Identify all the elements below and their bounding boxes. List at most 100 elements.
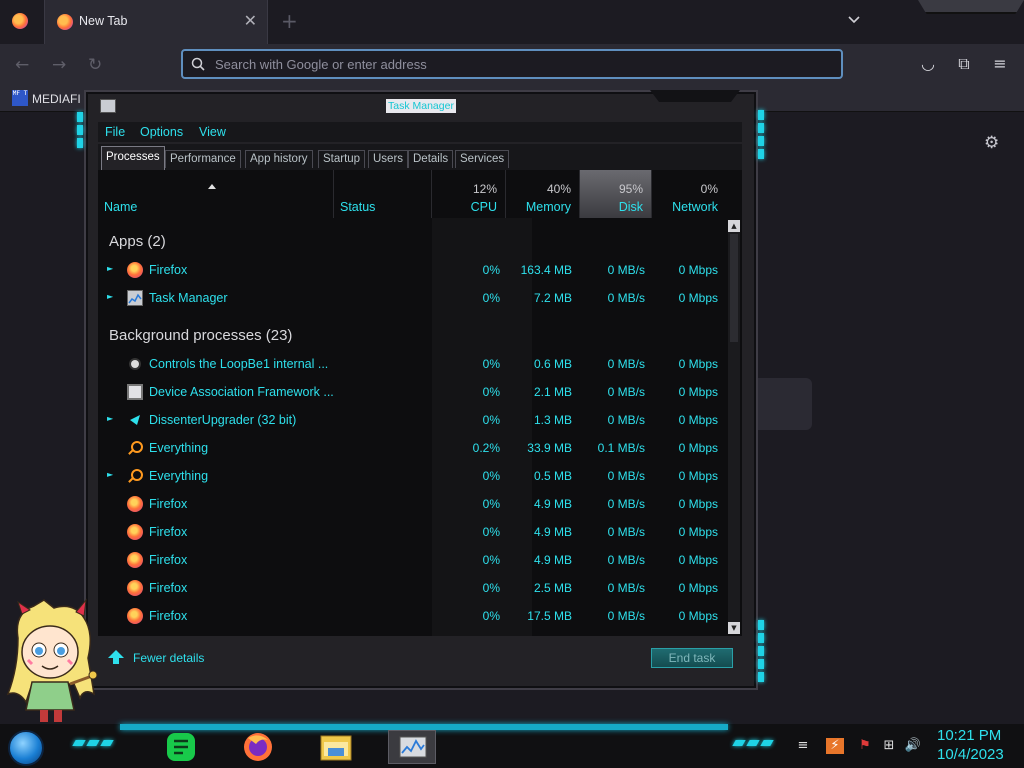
list-all-tabs-icon[interactable] [846,12,862,28]
process-memory: 4.9 MB [533,497,572,511]
menu-file[interactable]: File [105,125,125,139]
scroll-up-icon[interactable]: ▲ [728,220,740,232]
expand-chevron-icon[interactable]: ► [107,265,115,273]
group-title-background: Background processes (23) [109,327,293,344]
process-name: Firefox [149,497,188,511]
scroll-down-icon[interactable]: ▼ [728,622,740,634]
tab-startup[interactable]: Startup [318,150,366,168]
process-network: 0 Mbps [678,385,718,399]
process-name: Firefox [149,581,188,595]
column-label-memory: Memory [525,200,571,214]
tab-services[interactable]: Services [455,150,510,168]
column-header-disk[interactable]: 95% Disk [580,170,652,218]
column-label-cpu: CPU [470,200,497,214]
column-header-name[interactable]: Name [98,170,334,218]
forward-icon[interactable]: → [52,55,66,75]
clock-date[interactable]: 10/4/2023 [937,746,1004,763]
menu-view[interactable]: View [199,125,226,139]
clock-time[interactable]: 10:21 PM [937,727,1001,744]
disk-total: 95% [618,182,643,196]
table-row[interactable]: Everything 0.2% 33.9 MB 0.1 MB/s 0 Mbps [98,434,726,462]
process-name: DissenterUpgrader (32 bit) [149,413,297,427]
tab-details[interactable]: Details [408,150,454,168]
expand-chevron-icon[interactable]: ► [107,471,115,479]
end-task-button[interactable]: End task [651,648,733,668]
process-name: Device Association Framework ... [149,385,334,399]
process-cpu: 0% [482,497,500,511]
table-row[interactable]: ► DissenterUpgrader (32 bit) 0% 1.3 MB 0 MB/… [98,406,726,434]
process-cpu: 0% [482,385,500,399]
scroll-thumb[interactable] [730,234,738,342]
taskbar-notes-app[interactable] [157,730,205,764]
process-disk: 0 MB/s [607,263,645,277]
tab-processes[interactable]: Processes [101,146,165,170]
show-desktop-icon[interactable]: ≡ [794,738,812,754]
new-tab-icon[interactable]: + [281,9,298,33]
tab-strip: Processes Performance App history Startu… [98,144,742,170]
column-header-cpu[interactable]: 12% CPU [432,170,506,218]
notes-app-icon [167,733,195,761]
process-cpu: 0% [482,413,500,427]
process-grid: Apps (2) ► Firefox 0% 163.4 MB 0 MB/s 0 Mbps ►… [98,218,726,636]
page-settings-gear-icon[interactable]: ⚙ [984,134,1002,152]
hamburger-menu-icon[interactable]: ≡ [991,55,1009,73]
flag-icon[interactable]: ⚑ [856,738,874,754]
network-icon[interactable]: ⊞ [880,738,898,754]
fewer-details-arrow-icon[interactable] [108,650,124,664]
table-row[interactable]: Firefox 0% 2.5 MB 0 MB/s 0 Mbps [98,574,726,602]
table-row[interactable]: ► Task Manager 0% 7.2 MB 0 MB/s 0 Mbps [98,284,726,312]
fewer-details-link[interactable]: Fewer details [133,651,204,665]
process-network: 0 Mbps [678,263,718,277]
bookmark-mediafire[interactable]: MEDIAFI [32,92,81,106]
process-disk: 0 MB/s [607,469,645,483]
column-header-memory[interactable]: 40% Memory [506,170,580,218]
table-row[interactable]: ► Firefox 0% 163.4 MB 0 MB/s 0 Mbps [98,256,726,284]
task-manager-app-icon [100,99,116,113]
pocket-icon[interactable]: ◡ [919,55,937,73]
process-memory: 2.5 MB [533,581,572,595]
tray-app-icon[interactable]: ⚡ [826,738,844,754]
process-memory: 0.5 MB [533,469,572,483]
tab-new-tab[interactable]: New Tab ✕ [44,0,268,44]
expand-chevron-icon[interactable]: ► [107,293,115,301]
tab-performance[interactable]: Performance [165,150,241,168]
taskbar-file-explorer[interactable] [312,730,360,764]
process-memory: 33.9 MB [527,441,572,455]
taskbar-task-manager[interactable] [388,730,436,764]
expand-chevron-icon[interactable]: ► [107,415,115,423]
process-name: Firefox [149,525,188,539]
reload-icon[interactable]: ↻ [88,55,102,75]
start-button-icon[interactable] [8,730,44,766]
scrollbar[interactable]: ▲ ▼ [728,220,740,634]
mediafire-icon: MF T [12,90,28,106]
firefox-menu-icon[interactable] [12,13,28,29]
loopbe-icon [127,356,143,372]
table-row[interactable]: Device Association Framework ... 0% 2.1 MB… [98,378,726,406]
window-title: Task Manager [386,99,456,113]
device-icon [127,384,143,400]
column-header-status[interactable]: Status [334,170,432,218]
process-cpu: 0% [482,581,500,595]
back-icon[interactable]: ← [15,55,29,75]
tab-close-icon[interactable]: ✕ [244,11,257,30]
volume-icon[interactable]: 🔊 [904,738,922,754]
column-header-network[interactable]: 0% Network [652,170,726,218]
table-row[interactable]: Firefox 0% 17.5 MB 0 MB/s 0 Mbps [98,602,726,630]
table-row[interactable]: Firefox 0% 4.9 MB 0 MB/s 0 Mbps [98,518,726,546]
table-row[interactable]: ► Everything 0% 0.5 MB 0 MB/s 0 Mbps [98,462,726,490]
column-label-network: Network [672,200,718,214]
taskbar-firefox[interactable] [234,730,282,764]
tab-app-history[interactable]: App history [245,150,313,168]
process-cpu: 0% [482,291,500,305]
extensions-icon[interactable]: ⧉ [955,55,973,73]
dissenter-icon [127,412,143,428]
url-bar[interactable]: Search with Google or enter address [181,49,843,79]
table-row[interactable]: Firefox 0% 4.9 MB 0 MB/s 0 Mbps [98,490,726,518]
menu-options[interactable]: Options [140,125,183,139]
tab-users[interactable]: Users [368,150,409,168]
table-row[interactable]: Firefox 0% 4.9 MB 0 MB/s 0 Mbps [98,546,726,574]
table-row[interactable]: Controls the LoopBe1 internal ... 0% 0.6 M… [98,350,726,378]
sort-ascending-icon [208,184,216,189]
process-disk: 0 MB/s [607,413,645,427]
process-memory: 4.9 MB [533,525,572,539]
